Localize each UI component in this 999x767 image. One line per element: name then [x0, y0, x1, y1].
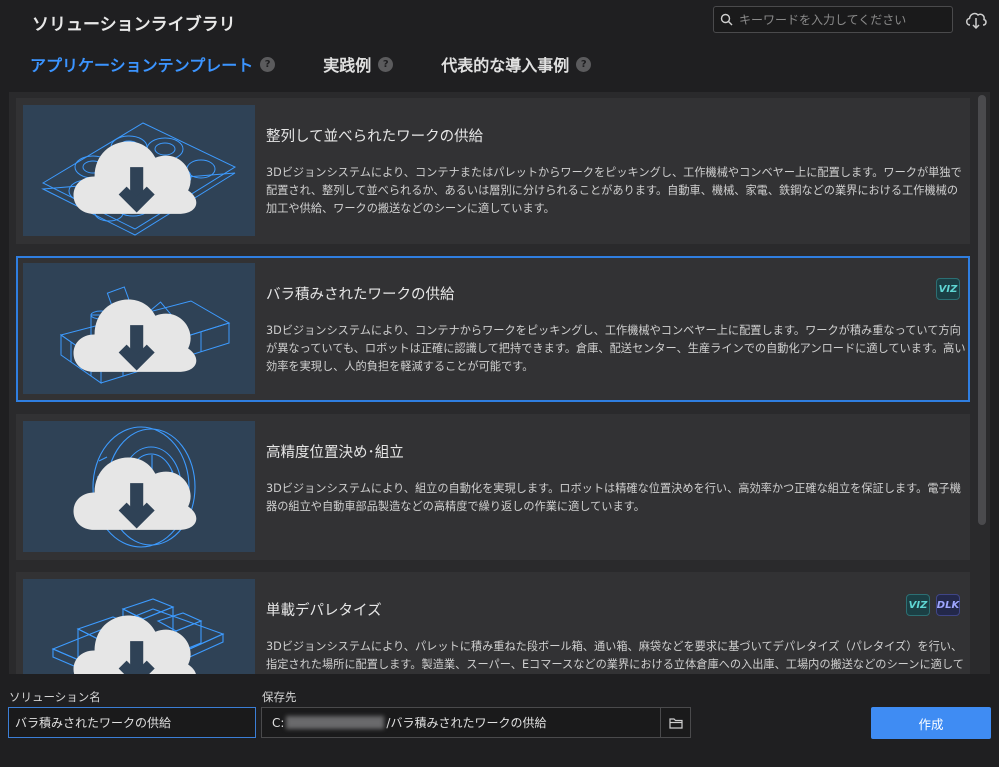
redacted-path	[286, 716, 385, 729]
viz-badge: VIZ	[906, 594, 930, 616]
solution-card-precision-assembly[interactable]: 高精度位置決め･組立 3Dビジョンシステムにより、組立の自動化を実現します。ロボ…	[16, 414, 970, 560]
viz-badge: VIZ	[936, 278, 960, 300]
browse-folder-button[interactable]	[660, 707, 691, 738]
thumbnail-aligned-parts	[23, 105, 255, 236]
badge-group: VIZ	[936, 278, 960, 300]
tab-label: アプリケーションテンプレート	[30, 56, 254, 75]
help-icon[interactable]: ?	[260, 56, 276, 72]
tab-case-studies[interactable]: 代表的な導入事例 ?	[441, 52, 592, 76]
card-description: 3Dビジョンシステムにより、コンテナまたはパレットからワークをピッキングし、工作…	[266, 166, 962, 215]
tab-practice-examples[interactable]: 実践例 ?	[323, 52, 394, 76]
solution-card-bulk-feeding[interactable]: バラ積みされたワークの供給 VIZ 3Dビジョンシステムにより、コンテナからワー…	[16, 256, 970, 402]
save-path-input[interactable]: C: /バラ積みされたワークの供給	[261, 707, 661, 738]
tab-application-templates[interactable]: アプリケーションテンプレート ?	[30, 52, 276, 76]
cloud-download-icon[interactable]	[16, 427, 248, 558]
card-description: 3Dビジョンシステムにより、組立の自動化を実現します。ロボットは精確な位置決めを…	[266, 482, 961, 513]
save-path-label: 保存先	[262, 690, 297, 704]
tab-label: 代表的な導入事例	[441, 56, 570, 75]
search-icon	[720, 13, 733, 26]
cloud-download-icon[interactable]	[16, 269, 248, 400]
help-icon[interactable]: ?	[576, 56, 592, 72]
search-input[interactable]	[739, 12, 939, 27]
solution-name-input[interactable]: バラ積みされたワークの供給	[8, 707, 256, 738]
dlk-badge: DLK	[936, 594, 960, 616]
card-title: 高精度位置決め･組立	[266, 445, 404, 461]
folder-icon	[668, 717, 683, 729]
help-icon[interactable]: ?	[378, 56, 394, 72]
tab-label: 実践例	[323, 56, 372, 75]
card-title: バラ積みされたワークの供給	[266, 287, 455, 303]
search-box[interactable]	[713, 6, 953, 33]
create-button[interactable]: 作成	[871, 707, 991, 739]
cloud-download-icon[interactable]	[964, 8, 988, 30]
thumbnail-bulk-parts	[23, 263, 255, 394]
thumbnail-tire	[23, 421, 255, 552]
solution-name-value: バラ積みされたワークの供給	[15, 716, 172, 730]
path-suffix: /バラ積みされたワークの供給	[386, 716, 547, 730]
path-prefix: C:	[272, 715, 285, 730]
cloud-download-icon[interactable]	[16, 111, 248, 242]
card-description: 3Dビジョンシステムにより、コンテナからワークをピッキングし、工作機械やコンベヤ…	[266, 324, 966, 373]
solution-card-depalletizing[interactable]: 単載デパレタイズ VIZ DLK 3Dビジョンシステムにより、パレットに積み重ね…	[16, 572, 970, 674]
card-description: 3Dビジョンシステムにより、パレットに積み重ねた段ボール箱、通い箱、麻袋などを要…	[266, 640, 964, 671]
page-title: ソリューションライブラリ	[32, 15, 236, 35]
tab-bar: アプリケーションテンプレート ? 実践例 ? 代表的な導入事例 ?	[30, 52, 639, 76]
card-title: 整列して並べられたワークの供給	[266, 129, 484, 145]
thumbnail-pallet-boxes	[23, 579, 255, 674]
list-scrollbar[interactable]	[978, 95, 986, 525]
badge-group: VIZ DLK	[906, 594, 960, 616]
cloud-download-icon[interactable]	[16, 585, 248, 674]
solution-list[interactable]: 整列して並べられたワークの供給 3Dビジョンシステムにより、コンテナまたはパレッ…	[9, 92, 990, 674]
card-title: 単載デパレタイズ	[266, 603, 382, 619]
solution-card-aligned-feeding[interactable]: 整列して並べられたワークの供給 3Dビジョンシステムにより、コンテナまたはパレッ…	[16, 98, 970, 244]
solution-name-label: ソリューション名	[9, 690, 101, 704]
